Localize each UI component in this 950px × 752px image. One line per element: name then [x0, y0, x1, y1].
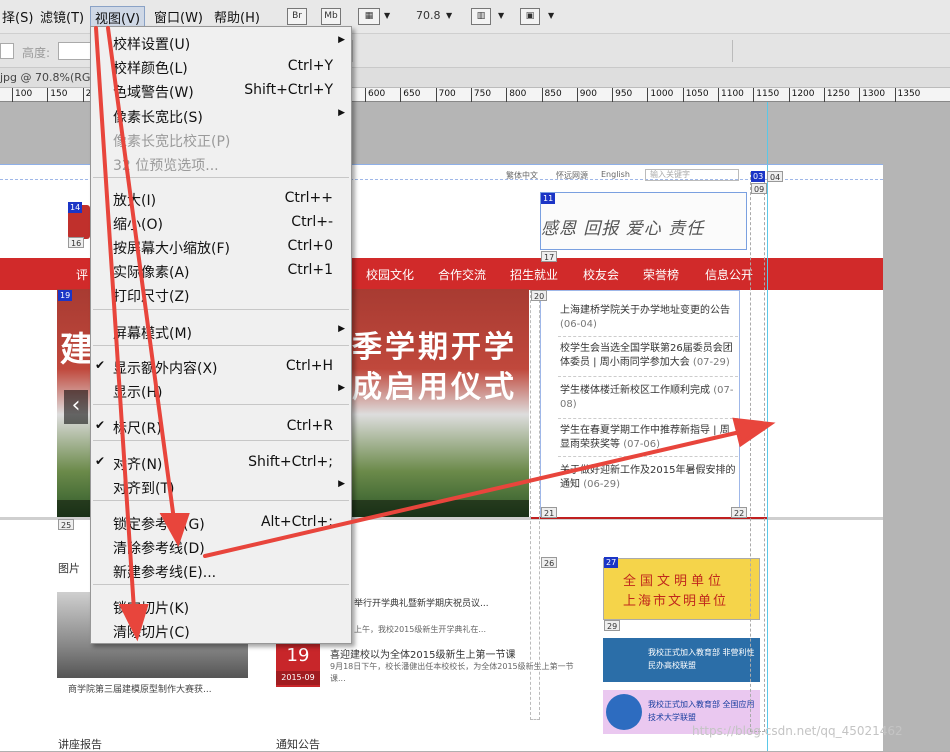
- arrow-head: [118, 604, 149, 642]
- arrow-line: [203, 430, 742, 558]
- arrow-line: [94, 26, 136, 612]
- arrow-head: [159, 513, 190, 547]
- arrow-line: [106, 26, 176, 522]
- annotation-arrows: [94, 26, 776, 642]
- arrow-head: [732, 417, 776, 448]
